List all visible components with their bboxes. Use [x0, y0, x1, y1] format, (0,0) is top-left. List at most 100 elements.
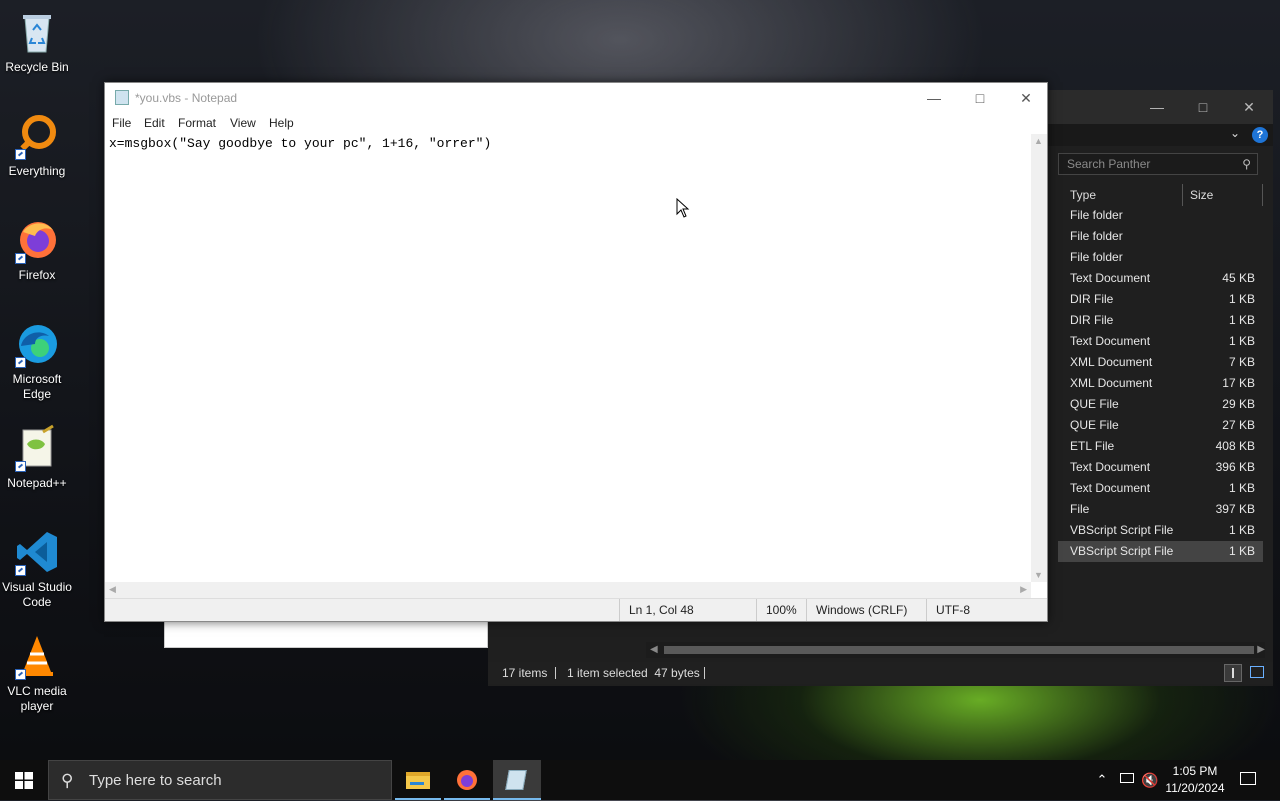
details-view-icon[interactable]: [1224, 664, 1242, 682]
menu-file[interactable]: File: [112, 116, 131, 130]
column-divider[interactable]: [1182, 184, 1183, 206]
menu-view[interactable]: View: [230, 116, 256, 130]
explorer-maximize-button[interactable]: □: [1180, 90, 1226, 124]
large-icons-view-icon[interactable]: [1250, 666, 1264, 678]
notepad-app-icon: [115, 90, 129, 105]
desktop-icon-label: VLC media: [7, 684, 67, 698]
notepad-title-bar[interactable]: *you.vbs - Notepad — □ ✕: [105, 83, 1047, 113]
close-button[interactable]: ✕: [1003, 83, 1049, 113]
file-row[interactable]: QUE File 27 KB: [1058, 415, 1263, 436]
scroll-left-arrow-icon[interactable]: ◀: [109, 584, 116, 595]
notepad-plus-plus-icon: [13, 424, 61, 472]
explorer-minimize-button[interactable]: —: [1134, 90, 1180, 124]
background-window-fragment: [164, 620, 488, 648]
scroll-down-arrow-icon[interactable]: ▼: [1034, 570, 1043, 580]
file-type: Text Document: [1070, 271, 1151, 285]
file-type: QUE File: [1070, 418, 1119, 432]
file-row[interactable]: Text Document 396 KB: [1058, 457, 1263, 478]
line-ending: Windows (CRLF): [806, 599, 907, 621]
desktop-icon-firefox[interactable]: Firefox: [0, 216, 74, 283]
file-size: 17 KB: [1222, 376, 1255, 390]
file-row[interactable]: Text Document 45 KB: [1058, 268, 1263, 289]
desktop-icon-label: Everything: [8, 164, 66, 178]
status-divider: [704, 667, 705, 679]
file-type: XML Document: [1070, 355, 1153, 369]
minimize-button[interactable]: —: [911, 83, 957, 113]
search-icon: ⚲: [61, 771, 74, 790]
maximize-button[interactable]: □: [957, 83, 1003, 113]
explorer-search-input[interactable]: Search Panther ⚲: [1058, 153, 1258, 175]
windows-logo-icon: [15, 772, 33, 789]
file-row[interactable]: DIR File 1 KB: [1058, 289, 1263, 310]
ribbon-expand-chevron-icon[interactable]: ⌄: [1230, 126, 1240, 140]
file-row[interactable]: Text Document 1 KB: [1058, 478, 1263, 499]
scroll-right-arrow-icon[interactable]: ▶: [1257, 642, 1265, 658]
file-row[interactable]: File folder: [1058, 226, 1263, 247]
file-type: VBScript Script File: [1070, 523, 1174, 537]
file-row[interactable]: XML Document 7 KB: [1058, 352, 1263, 373]
taskbar-search-box[interactable]: ⚲ Type here to search: [48, 760, 392, 800]
menu-edit[interactable]: Edit: [144, 116, 165, 130]
scrollbar-thumb[interactable]: [664, 646, 1254, 654]
file-row[interactable]: File folder: [1058, 205, 1263, 226]
desktop-icon-everything[interactable]: Everything: [0, 112, 74, 179]
scroll-right-arrow-icon[interactable]: ▶: [1020, 584, 1027, 595]
file-size: 1 KB: [1228, 481, 1255, 495]
file-row[interactable]: File 397 KB: [1058, 499, 1263, 520]
file-row[interactable]: XML Document 17 KB: [1058, 373, 1263, 394]
taskbar-notepad[interactable]: [493, 760, 541, 800]
taskbar-firefox[interactable]: [444, 760, 490, 800]
network-icon[interactable]: [1116, 760, 1138, 800]
explorer-close-button[interactable]: ✕: [1226, 90, 1272, 124]
explorer-status-bar: 17 items 1 item selected 47 bytes: [488, 662, 1273, 684]
column-divider[interactable]: [1262, 184, 1263, 206]
file-row[interactable]: File folder: [1058, 247, 1263, 268]
file-size: 45 KB: [1222, 271, 1255, 285]
file-size: 27 KB: [1222, 418, 1255, 432]
text-editor-area[interactable]: x=msgbox("Say goodbye to your pc", 1+16,…: [108, 134, 1031, 586]
file-row[interactable]: VBScript Script File 1 KB: [1058, 520, 1263, 541]
desktop-icon-label-line2: Edge: [22, 387, 52, 401]
everything-icon: [13, 112, 61, 160]
desktop-icon-label: Visual Studio: [2, 580, 72, 594]
status-divider: [555, 667, 556, 679]
desktop-icon-label-line2: player: [20, 699, 54, 713]
horizontal-scrollbar[interactable]: ◀ ▶: [105, 582, 1031, 599]
menu-help[interactable]: Help: [269, 116, 294, 130]
file-size: 408 KB: [1215, 439, 1255, 453]
menu-format[interactable]: Format: [178, 116, 216, 130]
desktop-icon-vscode[interactable]: Visual Studio Code: [0, 528, 74, 610]
file-type: VBScript Script File: [1070, 544, 1174, 558]
explorer-horizontal-scrollbar[interactable]: ◀ ▶: [646, 642, 1265, 658]
volume-muted-icon[interactable]: 🔇: [1140, 760, 1160, 800]
scroll-up-arrow-icon[interactable]: ▲: [1034, 136, 1043, 146]
help-icon[interactable]: ?: [1252, 127, 1268, 143]
file-row[interactable]: ETL File 408 KB: [1058, 436, 1263, 457]
notepad-window: *you.vbs - Notepad — □ ✕ File Edit Forma…: [104, 82, 1048, 622]
file-type: File folder: [1070, 208, 1123, 222]
taskbar-clock[interactable]: 1:05 PM 11/20/2024: [1160, 763, 1230, 797]
selection-info: 1 item selected 47 bytes: [567, 666, 700, 680]
desktop-icon-notepad-plus-plus[interactable]: Notepad++: [0, 424, 74, 491]
shortcut-arrow-icon: [15, 669, 26, 680]
shortcut-arrow-icon: [15, 253, 26, 264]
shortcut-arrow-icon: [15, 357, 26, 368]
show-hidden-icons-chevron-icon[interactable]: ⌃: [1092, 760, 1112, 800]
file-row[interactable]: QUE File 29 KB: [1058, 394, 1263, 415]
file-type: ETL File: [1070, 439, 1115, 453]
desktop-icon-label-line2: Code: [22, 595, 52, 609]
scroll-left-arrow-icon[interactable]: ◀: [650, 642, 658, 658]
taskbar-file-explorer[interactable]: [395, 760, 441, 800]
file-row[interactable]: DIR File 1 KB: [1058, 310, 1263, 331]
desktop-icon-vlc[interactable]: VLC media player: [0, 632, 74, 714]
file-size: 29 KB: [1222, 397, 1255, 411]
desktop-icon-recycle-bin[interactable]: Recycle Bin: [0, 8, 74, 75]
desktop-icon-edge[interactable]: Microsoft Edge: [0, 320, 74, 402]
file-row[interactable]: Text Document 1 KB: [1058, 331, 1263, 352]
file-type: File folder: [1070, 229, 1123, 243]
start-button[interactable]: [0, 760, 48, 800]
action-center-icon[interactable]: [1236, 760, 1260, 800]
vertical-scrollbar[interactable]: ▲ ▼: [1031, 134, 1047, 582]
file-row[interactable]: VBScript Script File 1 KB: [1058, 541, 1263, 562]
firefox-icon: [13, 216, 61, 264]
